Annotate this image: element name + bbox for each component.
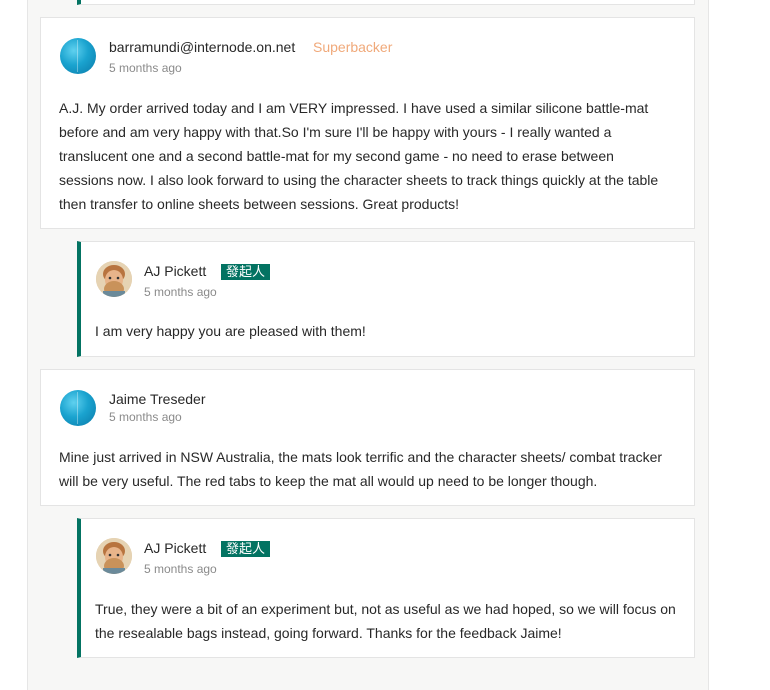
comment-card: Jaime Treseder 5 months ago Mine just ar… (40, 369, 695, 506)
previous-reply-card (77, 0, 695, 5)
illustrated-face-avatar-icon[interactable] (96, 538, 132, 574)
illustrated-face-avatar-icon[interactable] (96, 261, 132, 297)
blue-circle-avatar-icon[interactable] (60, 38, 96, 74)
reply-text: I am very happy you are pleased with the… (95, 323, 366, 339)
superbacker-badge: Superbacker (313, 39, 393, 55)
comment-text: A.J. My order arrived today and I am VER… (59, 100, 659, 212)
reply-timestamp[interactable]: 5 months ago (144, 562, 217, 576)
comment-text: Mine just arrived in NSW Australia, the … (59, 449, 663, 489)
reply-text: True, they were a bit of an experiment b… (95, 601, 676, 641)
blue-circle-avatar-icon[interactable] (60, 390, 96, 426)
creator-badge: 發起人 (221, 264, 271, 280)
comment-author[interactable]: Jaime Treseder (109, 391, 205, 407)
reply-author[interactable]: AJ Pickett (144, 263, 206, 279)
comment-author[interactable]: barramundi@internode.on.net (109, 39, 295, 55)
comment-card: barramundi@internode.on.net Superbacker … (40, 17, 695, 229)
comment-timestamp[interactable]: 5 months ago (109, 61, 182, 75)
reply-timestamp[interactable]: 5 months ago (144, 285, 217, 299)
reply-author[interactable]: AJ Pickett (144, 540, 206, 556)
reply-card: AJ Pickett 發起人 5 months ago I am very ha… (77, 241, 695, 357)
comment-timestamp[interactable]: 5 months ago (109, 410, 182, 424)
creator-badge: 發起人 (221, 541, 271, 557)
reply-card: AJ Pickett 發起人 5 months ago True, they w… (77, 518, 695, 658)
